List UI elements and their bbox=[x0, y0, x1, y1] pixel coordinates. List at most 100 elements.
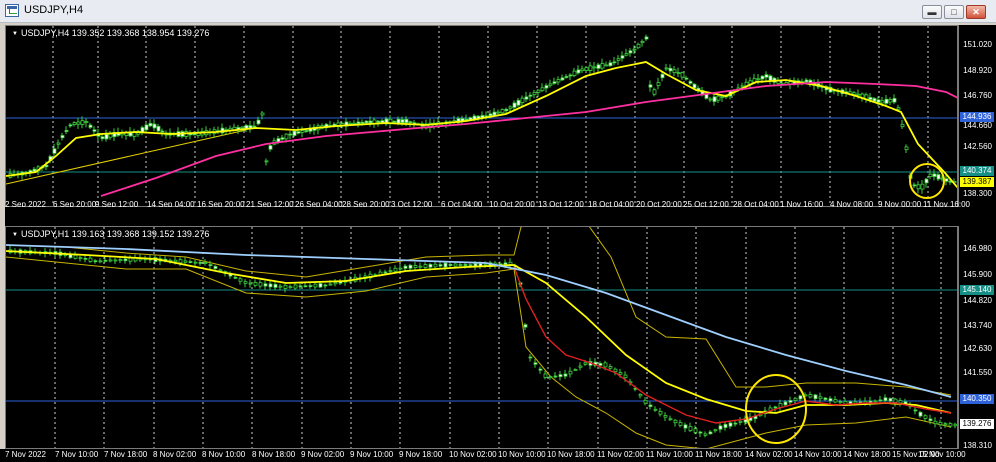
candle-body bbox=[798, 395, 803, 400]
candle-body bbox=[333, 282, 338, 285]
candle-body bbox=[208, 264, 213, 266]
candle-body bbox=[793, 397, 798, 401]
candle-body bbox=[558, 374, 563, 378]
candle-body bbox=[676, 72, 681, 74]
time-label: 14 Nov 18:00 bbox=[843, 450, 891, 459]
candle-body bbox=[563, 373, 568, 377]
candle-body bbox=[680, 72, 685, 78]
close-button[interactable]: ✕ bbox=[966, 5, 986, 19]
candle-body bbox=[924, 178, 929, 184]
candle-body bbox=[453, 263, 458, 267]
candle-body bbox=[458, 264, 463, 266]
candle-body bbox=[280, 137, 285, 140]
candle-body bbox=[78, 257, 83, 260]
candle-body bbox=[398, 267, 403, 270]
candle-body bbox=[904, 146, 909, 151]
candle-body bbox=[304, 130, 309, 132]
candle-body bbox=[884, 98, 889, 104]
window-titlebar: USDJPY,H4 ▬ □ ✕ bbox=[0, 0, 996, 23]
candle-body bbox=[376, 120, 381, 123]
time-label: 7 Nov 10:00 bbox=[55, 450, 99, 459]
candle-body bbox=[293, 284, 298, 289]
candle-body bbox=[918, 411, 923, 417]
maximize-button[interactable]: □ bbox=[944, 5, 964, 19]
candle-body bbox=[433, 263, 438, 268]
candle-body bbox=[852, 92, 857, 95]
price-tick: 146.760 bbox=[963, 91, 992, 100]
candle-body bbox=[103, 259, 108, 262]
candle-body bbox=[604, 64, 609, 67]
time-label: 10 Nov 18:00 bbox=[547, 450, 595, 459]
candle-body bbox=[738, 420, 743, 423]
candle-body bbox=[643, 399, 648, 404]
candle-body bbox=[284, 133, 289, 140]
candle-body bbox=[898, 400, 903, 404]
candle-body bbox=[883, 397, 888, 402]
candle-body bbox=[778, 403, 783, 408]
candle-body bbox=[123, 258, 128, 262]
candle-body bbox=[32, 168, 37, 172]
axis-gap bbox=[958, 207, 996, 226]
candle-body bbox=[60, 135, 65, 139]
candle-body bbox=[688, 426, 693, 431]
candle-body bbox=[624, 53, 629, 56]
candle-body bbox=[756, 78, 761, 81]
candle-body bbox=[248, 282, 253, 285]
candle-body bbox=[652, 89, 657, 95]
candle-body bbox=[673, 419, 678, 424]
chart-h1-pane[interactable]: USDJPY,H1 139.163 139.368 139.152 139.27… bbox=[5, 226, 958, 449]
candle-body bbox=[653, 408, 658, 411]
candle-body bbox=[876, 99, 881, 103]
chart-h4-pane[interactable]: USDJPY,H4 139.352 139.368 138.954 139.27… bbox=[5, 25, 958, 207]
chart-h1-plot[interactable] bbox=[6, 227, 958, 449]
candle-body bbox=[400, 119, 405, 124]
candle-body bbox=[664, 67, 669, 70]
chart-h1-label: USDJPY,H1 139.163 139.368 139.152 139.27… bbox=[12, 229, 210, 239]
price-tick: 148.920 bbox=[963, 66, 992, 75]
candle-body bbox=[953, 423, 957, 427]
candle-body bbox=[178, 259, 183, 264]
candle-body bbox=[548, 83, 553, 86]
candle-body bbox=[783, 401, 788, 406]
candle-body bbox=[823, 397, 828, 400]
chart-h4-plot[interactable] bbox=[6, 26, 958, 207]
candle-body bbox=[532, 91, 537, 96]
candle-body bbox=[833, 399, 838, 403]
candle-body bbox=[408, 264, 413, 269]
candle-body bbox=[856, 93, 861, 96]
candle-body bbox=[740, 85, 745, 88]
chart-h1-time-axis: 7 Nov 2022 7 Nov 10:00 7 Nov 18:00 8 Nov 02… bbox=[5, 450, 966, 460]
candle-body bbox=[538, 368, 543, 371]
candle-body bbox=[418, 265, 423, 268]
candle-body bbox=[764, 74, 769, 78]
candle-body bbox=[404, 118, 409, 124]
time-label: 7 Nov 2022 bbox=[5, 450, 46, 459]
chart-h4-price-axis[interactable]: 151.020 148.920 146.760 144.660 142.560 … bbox=[958, 25, 996, 207]
candle-body bbox=[712, 96, 717, 102]
candle-body bbox=[872, 98, 877, 102]
candle-body bbox=[508, 261, 513, 265]
minimize-button[interactable]: ▬ bbox=[922, 5, 942, 19]
candle-body bbox=[144, 124, 149, 131]
time-label: 7 Nov 18:00 bbox=[104, 450, 148, 459]
candle-body bbox=[838, 401, 843, 403]
candle-body bbox=[944, 178, 949, 182]
candle-body bbox=[713, 429, 718, 432]
candle-body bbox=[213, 266, 218, 269]
candle-body bbox=[192, 133, 197, 136]
candle-body bbox=[733, 422, 738, 425]
chart-h1-price-axis[interactable]: 146.980 145.900 144.820 143.740 142.630 … bbox=[958, 226, 996, 450]
candle-body bbox=[560, 77, 565, 81]
candle-body bbox=[408, 121, 413, 124]
pane-separator bbox=[5, 207, 996, 226]
candle-body bbox=[668, 67, 673, 72]
time-label: 9 Nov 18:00 bbox=[399, 450, 443, 459]
candle-body bbox=[256, 119, 261, 125]
candle-body bbox=[93, 260, 98, 263]
candle-body bbox=[888, 398, 893, 402]
candle-body bbox=[578, 365, 583, 368]
candle-body bbox=[528, 356, 533, 359]
candle-body bbox=[568, 74, 573, 77]
candle-body bbox=[80, 120, 85, 125]
candle-body bbox=[543, 373, 548, 378]
